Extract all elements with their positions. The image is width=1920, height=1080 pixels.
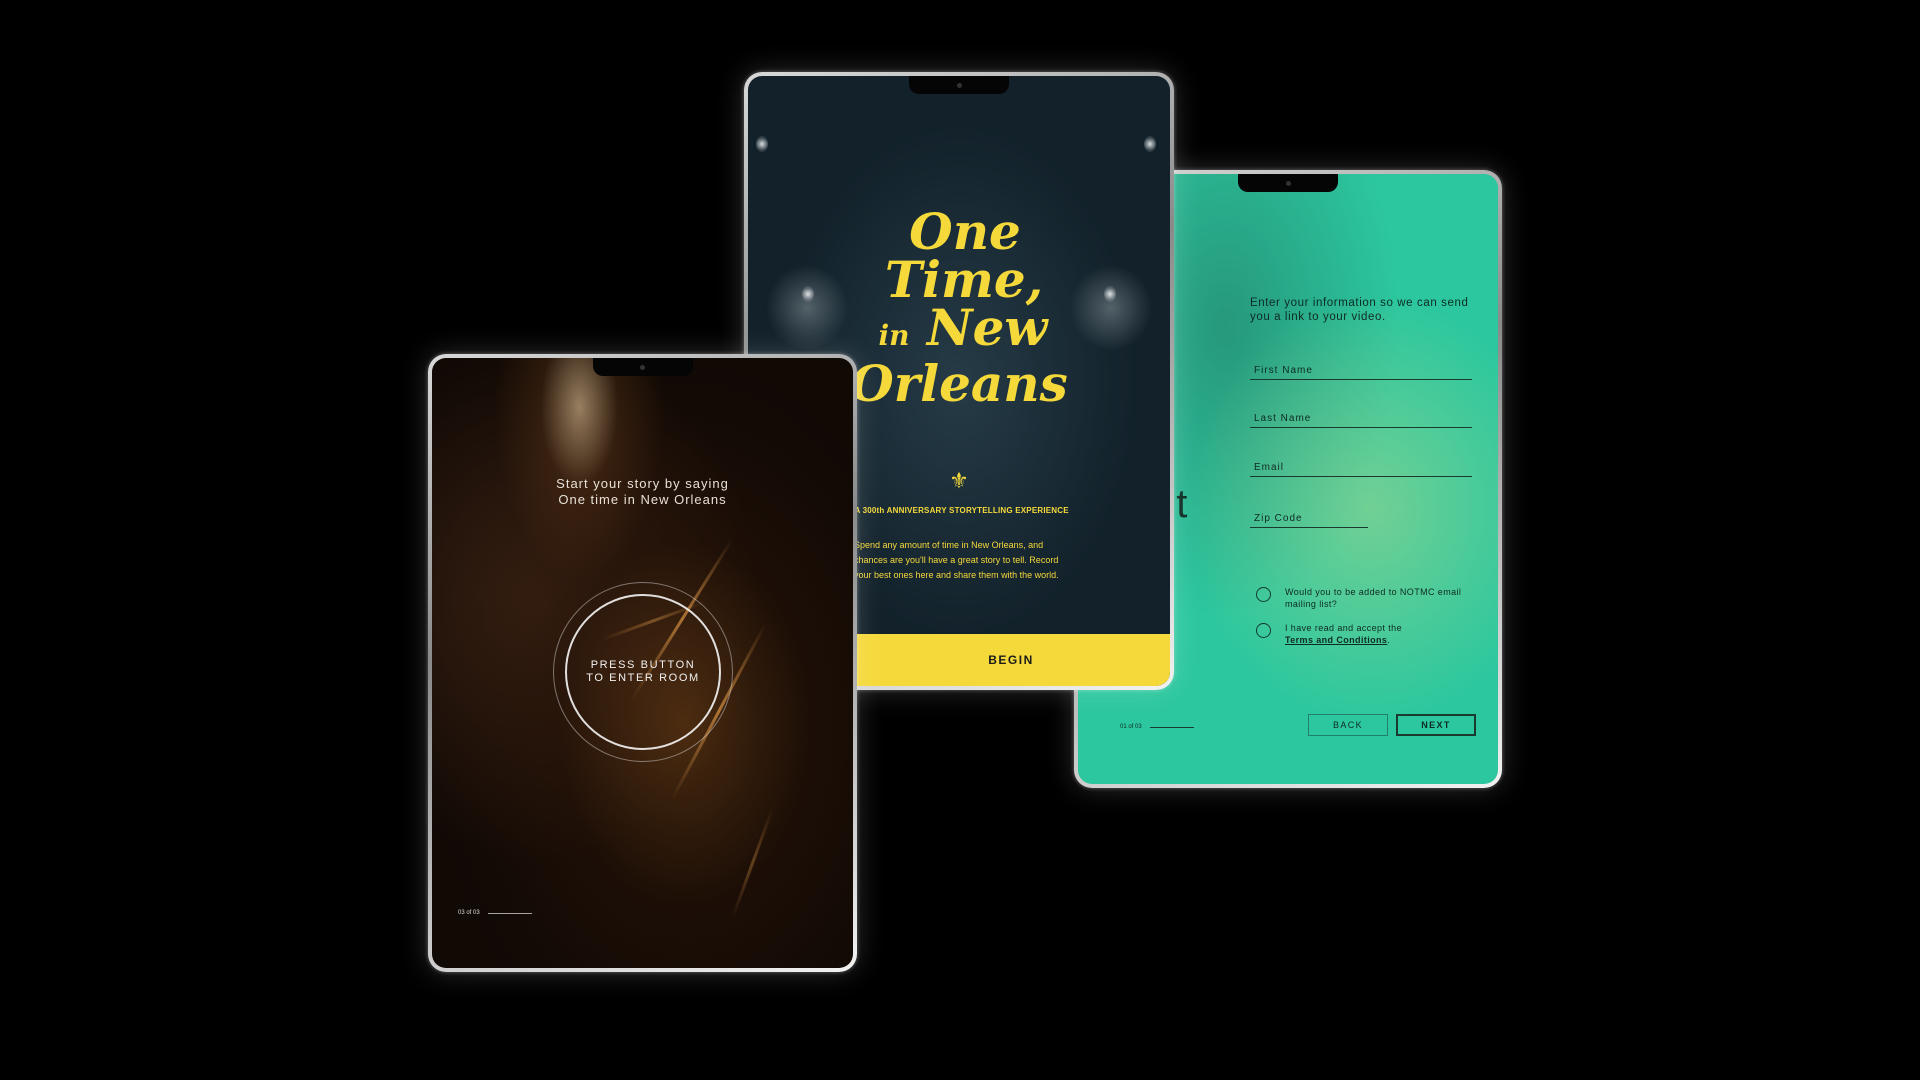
title-line-1: One bbox=[909, 202, 1021, 261]
record-prompt-line-1: Start your story by saying bbox=[556, 476, 729, 491]
terms-option[interactable]: I have read and accept the Terms and Con… bbox=[1256, 622, 1465, 646]
experience-subtitle: OLA 300th ANNIVERSARY STORYTELLING EXPER… bbox=[843, 506, 1069, 515]
terms-label: I have read and accept the Terms and Con… bbox=[1285, 622, 1465, 646]
form-progress-line bbox=[1149, 726, 1194, 728]
record-screen: Start your story by saying One time in N… bbox=[432, 358, 853, 968]
last-name-field[interactable]: Last Name bbox=[1250, 406, 1472, 428]
record-page-indicator: 03 of 03 bbox=[458, 910, 532, 916]
form-page-indicator-text: 01 of 03 bbox=[1120, 724, 1142, 730]
record-prompt: Start your story by saying One time in N… bbox=[432, 476, 853, 508]
first-name-placeholder: First Name bbox=[1254, 365, 1313, 376]
zip-code-field[interactable]: Zip Code bbox=[1250, 506, 1368, 528]
first-name-field[interactable]: First Name bbox=[1250, 358, 1472, 380]
light-bulb-decoration bbox=[1144, 136, 1156, 152]
form-intro-text: Enter your information so we can send yo… bbox=[1250, 297, 1469, 323]
back-button[interactable]: BACK bbox=[1308, 714, 1388, 736]
camera-icon bbox=[1285, 181, 1291, 186]
device-notch bbox=[909, 76, 1009, 94]
terms-suffix: . bbox=[1387, 635, 1391, 645]
mailing-list-label: Would you to be added to NOTMC email mai… bbox=[1285, 587, 1462, 609]
title-line-2: Time, bbox=[884, 250, 1044, 309]
mailing-list-option[interactable]: Would you to be added to NOTMC email mai… bbox=[1256, 586, 1465, 610]
zip-code-placeholder: Zip Code bbox=[1254, 513, 1303, 524]
enter-room-button[interactable]: PRESS BUTTON TO ENTER ROOM bbox=[565, 594, 721, 750]
intro-paragraph: Spend any amount of time in New Orleans,… bbox=[854, 540, 1059, 580]
last-name-placeholder: Last Name bbox=[1254, 413, 1312, 424]
device-notch bbox=[592, 358, 693, 376]
title-line-3-small: in bbox=[878, 319, 910, 352]
record-page-indicator-text: 03 of 03 bbox=[458, 910, 480, 916]
record-prompt-line-2: One time in New Orleans bbox=[558, 492, 727, 507]
terms-link[interactable]: Terms and Conditions bbox=[1285, 635, 1387, 645]
tablet-record-screen: Start your story by saying One time in N… bbox=[428, 354, 857, 972]
mockup-stage: ut Enter your information so we can send… bbox=[0, 0, 1920, 1080]
title-line-3: in New bbox=[756, 303, 1170, 360]
title-line-3-main: New bbox=[926, 298, 1048, 357]
light-streak-decoration bbox=[730, 806, 775, 921]
device-notch bbox=[1238, 174, 1338, 192]
mailing-list-radio[interactable] bbox=[1256, 587, 1271, 602]
record-progress-line bbox=[487, 912, 532, 914]
form-page-indicator: 01 of 03 bbox=[1120, 724, 1194, 730]
camera-icon bbox=[956, 83, 962, 88]
email-placeholder: Email bbox=[1254, 462, 1285, 473]
camera-icon bbox=[640, 365, 645, 370]
next-button[interactable]: NEXT bbox=[1396, 714, 1476, 736]
terms-prefix: I have read and accept the bbox=[1285, 623, 1402, 633]
begin-button[interactable]: BEGIN bbox=[852, 634, 1170, 686]
light-bulb-decoration bbox=[756, 136, 768, 152]
email-field[interactable]: Email bbox=[1250, 455, 1472, 477]
enter-room-label: PRESS BUTTON TO ENTER ROOM bbox=[586, 659, 700, 684]
terms-radio[interactable] bbox=[1256, 623, 1271, 638]
